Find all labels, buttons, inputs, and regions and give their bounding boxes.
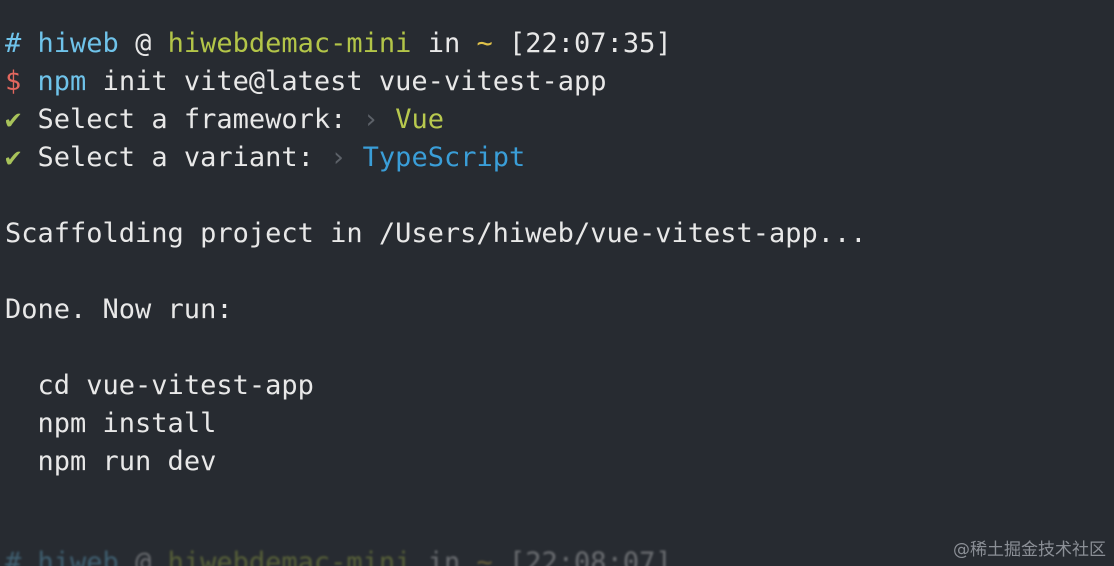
prompt-hash: # bbox=[5, 547, 22, 566]
prompt-dir: ~ bbox=[476, 547, 493, 566]
question-label: Select a variant: bbox=[37, 142, 314, 173]
chevron-right-icon: › bbox=[330, 142, 347, 173]
watermark: @稀土掘金技术社区 bbox=[953, 540, 1106, 560]
terminal-window[interactable]: # hiweb @ hiwebdemac-mini in ~ [22:07:35… bbox=[0, 0, 1114, 566]
command-program: npm bbox=[37, 66, 87, 97]
prompt-in: in bbox=[427, 28, 461, 59]
prompt-line-next: # hiweb @ hiwebdemac-mini in ~ [22:08:07… bbox=[5, 544, 672, 566]
question-answer: Vue bbox=[395, 104, 444, 135]
next-step: npm run dev bbox=[5, 443, 217, 481]
question-label: Select a framework: bbox=[37, 104, 347, 135]
prompt-host: hiwebdemac-mini bbox=[167, 28, 412, 59]
command-line: $ npm init vite@latest vue-vitest-app bbox=[5, 63, 607, 101]
question-framework: ✔ Select a framework: › Vue bbox=[5, 101, 444, 139]
prompt-at: @ bbox=[135, 28, 152, 59]
question-variant: ✔ Select a variant: › TypeScript bbox=[5, 139, 525, 177]
prompt-time: [22:08:07] bbox=[509, 547, 672, 566]
question-answer: TypeScript bbox=[362, 142, 526, 173]
prompt-time: [22:07:35] bbox=[509, 28, 672, 59]
command-args: init vite@latest vue-vitest-app bbox=[102, 66, 607, 97]
check-icon: ✔ bbox=[5, 142, 22, 173]
prompt-in: in bbox=[427, 547, 461, 566]
command-dollar: $ bbox=[5, 66, 22, 97]
prompt-hash: # bbox=[5, 28, 22, 59]
prompt-line: # hiweb @ hiwebdemac-mini in ~ [22:07:35… bbox=[5, 25, 672, 63]
scaffolding-message: Scaffolding project in /Users/hiweb/vue-… bbox=[5, 218, 867, 249]
next-step: cd vue-vitest-app bbox=[5, 367, 314, 405]
chevron-right-icon: › bbox=[362, 104, 379, 135]
next-step: npm install bbox=[5, 405, 217, 443]
prompt-host: hiwebdemac-mini bbox=[167, 547, 412, 566]
next-step-text: npm install bbox=[37, 408, 217, 439]
prompt-at: @ bbox=[135, 547, 152, 566]
check-icon: ✔ bbox=[5, 104, 22, 135]
next-step-text: cd vue-vitest-app bbox=[37, 370, 314, 401]
prompt-dir: ~ bbox=[476, 28, 493, 59]
prompt-user: hiweb bbox=[37, 28, 119, 59]
prompt-user: hiweb bbox=[37, 547, 119, 566]
done-message: Done. Now run: bbox=[5, 294, 233, 325]
next-step-text: npm run dev bbox=[37, 446, 217, 477]
